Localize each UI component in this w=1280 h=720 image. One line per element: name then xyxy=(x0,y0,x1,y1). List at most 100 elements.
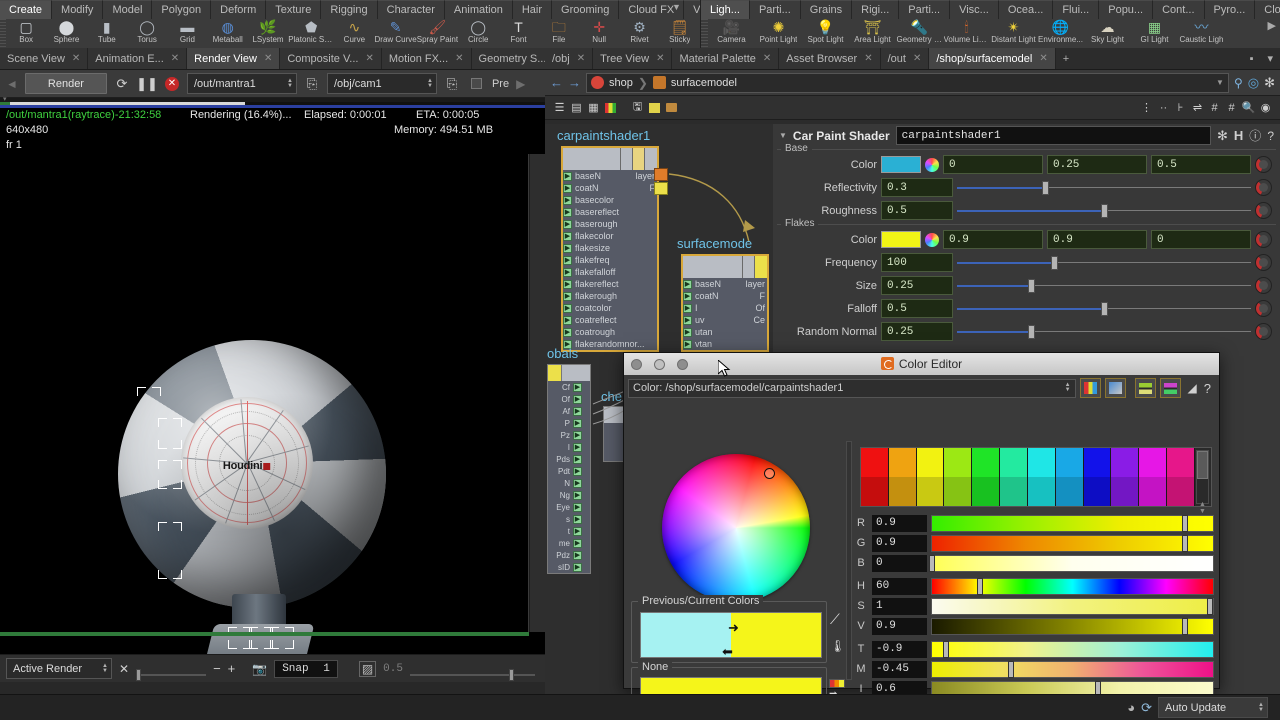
node-port[interactable]: sID ▶ xyxy=(548,561,590,573)
color-swatch[interactable] xyxy=(1167,448,1195,477)
port-connector-icon[interactable]: ▶ xyxy=(573,514,582,524)
square-icon[interactable] xyxy=(467,74,487,94)
shelf-tab-pyro-[interactable]: Pyro... xyxy=(1204,0,1256,19)
param-color-swatch[interactable] xyxy=(881,231,921,248)
shelf-scroll-right-icon[interactable]: ▶ xyxy=(1268,19,1280,32)
param-value-field[interactable]: 0.25 xyxy=(881,276,953,295)
pane-add-tab-button[interactable]: + xyxy=(1055,48,1077,69)
channel-value-field[interactable]: -0.9 xyxy=(872,640,927,658)
param-component-field[interactable]: 0 xyxy=(943,155,1043,174)
channel-value-field[interactable]: 0 xyxy=(872,554,927,572)
param-animate-dial[interactable] xyxy=(1255,231,1272,248)
color-swatch[interactable] xyxy=(1139,448,1168,477)
pane-tab-tree-view[interactable]: Tree View ✕ xyxy=(593,48,673,69)
node-port[interactable]: ▶ I Of xyxy=(683,302,767,314)
render-canvas[interactable]: Houdini xyxy=(0,154,529,654)
shelf-tool-spray-paint[interactable]: 🖌 Spray Paint xyxy=(417,19,458,48)
port-connector-icon[interactable]: ▶ xyxy=(683,339,692,349)
swatch-scrollbar[interactable]: ▲ ▼ xyxy=(1196,450,1209,515)
shelf-tool-area-light[interactable]: ⛩ Area Light xyxy=(849,19,896,48)
channel-value-field[interactable]: 60 xyxy=(872,577,927,595)
node-port[interactable]: Eye ▶ xyxy=(548,501,590,513)
close-icon[interactable]: ✕ xyxy=(577,53,585,64)
close-icon[interactable]: ✕ xyxy=(365,53,373,64)
pane-tab-motion-fx-[interactable]: Motion FX... ✕ xyxy=(381,48,472,69)
channel-knob[interactable] xyxy=(976,577,983,595)
node-port[interactable]: me ▶ xyxy=(548,537,590,549)
shelf-tool-caustic-ligh[interactable]: 〰 Caustic Ligh xyxy=(1178,19,1225,48)
shelf-tool-rivet[interactable]: ⚙ Rivet xyxy=(619,19,659,48)
box-icon[interactable] xyxy=(663,100,680,115)
help-icon[interactable]: ? xyxy=(1267,129,1274,143)
refresh-icon[interactable]: ⟳ xyxy=(1141,700,1152,716)
channel-slider[interactable] xyxy=(931,597,1214,615)
color-wheel-icon[interactable] xyxy=(925,157,939,172)
param-animate-dial[interactable] xyxy=(1255,323,1272,340)
param-slider[interactable] xyxy=(957,302,1251,316)
shelf-tool-sticky[interactable]: 🗒 Sticky xyxy=(660,19,700,48)
render-stop-icon[interactable]: ✕ xyxy=(162,74,182,94)
viewport-vscrollbar[interactable] xyxy=(529,154,545,632)
param-animate-dial[interactable] xyxy=(1255,179,1272,196)
shelf-tool-volume-light[interactable]: 🕯 Volume Light xyxy=(943,19,990,48)
channel-value-field[interactable]: 0.9 xyxy=(872,514,927,532)
color-editor-splitter[interactable] xyxy=(846,441,852,680)
pane-menu-icon[interactable]: ▾ xyxy=(1260,48,1280,69)
color-swatch[interactable] xyxy=(1055,477,1084,506)
param-animate-dial[interactable] xyxy=(1255,277,1272,294)
close-icon[interactable]: ✕ xyxy=(264,53,272,64)
auto-update-combo[interactable]: Auto Update ▲ ▼ xyxy=(1158,697,1268,718)
channel-value-field[interactable]: 0.9 xyxy=(872,617,927,635)
color-swatch[interactable] xyxy=(1000,448,1028,477)
node-port[interactable]: ▶ uv Ce xyxy=(683,314,767,326)
channel-slider[interactable] xyxy=(929,554,1214,572)
channel-knob[interactable] xyxy=(1007,660,1014,678)
breadcrumb-root[interactable]: shop xyxy=(609,77,633,89)
view-icon[interactable]: ◉ xyxy=(1257,100,1274,115)
color-swatch[interactable] xyxy=(1055,448,1084,477)
close-icon[interactable]: ✕ xyxy=(913,53,921,64)
shelf-tool-sky-light[interactable]: ☁ Sky Light xyxy=(1084,19,1131,48)
shelf-tab-model[interactable]: Model xyxy=(103,0,153,19)
pane-tab-scene-view[interactable]: Scene View ✕ xyxy=(0,48,89,69)
shelf-tool-sphere[interactable]: ⬤ Sphere xyxy=(46,19,86,48)
shelf-tool-metaball[interactable]: ◍ Metaball xyxy=(208,19,248,48)
breadcrumb-chevron-down-icon[interactable]: ▼ xyxy=(1216,78,1224,87)
pane-tab-material-palette[interactable]: Material Palette ✕ xyxy=(672,48,780,69)
close-icon[interactable]: ✕ xyxy=(864,53,872,64)
port-connector-icon[interactable]: ▶ xyxy=(573,526,582,536)
port-connector-icon[interactable]: ▶ xyxy=(683,303,692,313)
color-swatch-palette[interactable]: ▲ ▼ xyxy=(860,447,1212,515)
preview-play-icon[interactable]: ▶ xyxy=(514,77,527,91)
color-swatch[interactable] xyxy=(861,448,889,477)
camera-path-combo[interactable]: /obj/cam1 ▲ ▼ xyxy=(326,73,437,94)
channel-slider[interactable] xyxy=(931,660,1214,678)
breadcrumb-node[interactable]: surfacemodel xyxy=(671,77,737,89)
toolbar-prev-icon[interactable]: ◄ xyxy=(4,77,20,91)
port-connector-icon[interactable]: ▶ xyxy=(683,279,692,289)
shelf-tool-torus[interactable]: ◯ Torus xyxy=(127,19,167,48)
shelf-tab-visc-[interactable]: Visc... xyxy=(950,0,999,19)
shelf-tool-circle[interactable]: ◯ Circle xyxy=(458,19,498,48)
color-swatch[interactable] xyxy=(1000,477,1028,506)
param-component-field[interactable]: 0.5 xyxy=(1151,155,1251,174)
shelf-tab-ligh-[interactable]: Ligh... xyxy=(701,0,750,19)
shelf-tab-cont-[interactable]: Cont... xyxy=(1153,0,1205,19)
param-animate-dial[interactable] xyxy=(1255,300,1272,317)
color-swatch[interactable] xyxy=(916,477,945,506)
channel-slider[interactable] xyxy=(931,640,1214,658)
shelf-tool-draw-curve[interactable]: ✎ Draw Curve xyxy=(375,19,417,48)
shelf-tool-curve[interactable]: ∿ Curve xyxy=(334,19,374,48)
align-left-icon[interactable]: ⊦ xyxy=(1172,100,1189,115)
camera-copy-icon[interactable]: ⎘ xyxy=(442,74,462,94)
shelf-tool-point-light[interactable]: ✺ Point Light xyxy=(755,19,802,48)
param-slider[interactable] xyxy=(957,256,1251,270)
align-vertical-icon[interactable]: ⋮ xyxy=(1138,100,1155,115)
shelf-tool-file[interactable]: 🗀 File xyxy=(539,19,579,48)
node-port[interactable]: Pdz ▶ xyxy=(548,549,590,561)
color-path-field[interactable]: Color: /shop/surfacemodel/carpaintshader… xyxy=(628,378,1076,398)
shelf-tab-character[interactable]: Character xyxy=(377,0,445,19)
shelf-tab-animation[interactable]: Animation xyxy=(444,0,513,19)
save-icon[interactable]: 🖫 xyxy=(629,100,646,115)
palette-icon[interactable] xyxy=(602,100,619,115)
